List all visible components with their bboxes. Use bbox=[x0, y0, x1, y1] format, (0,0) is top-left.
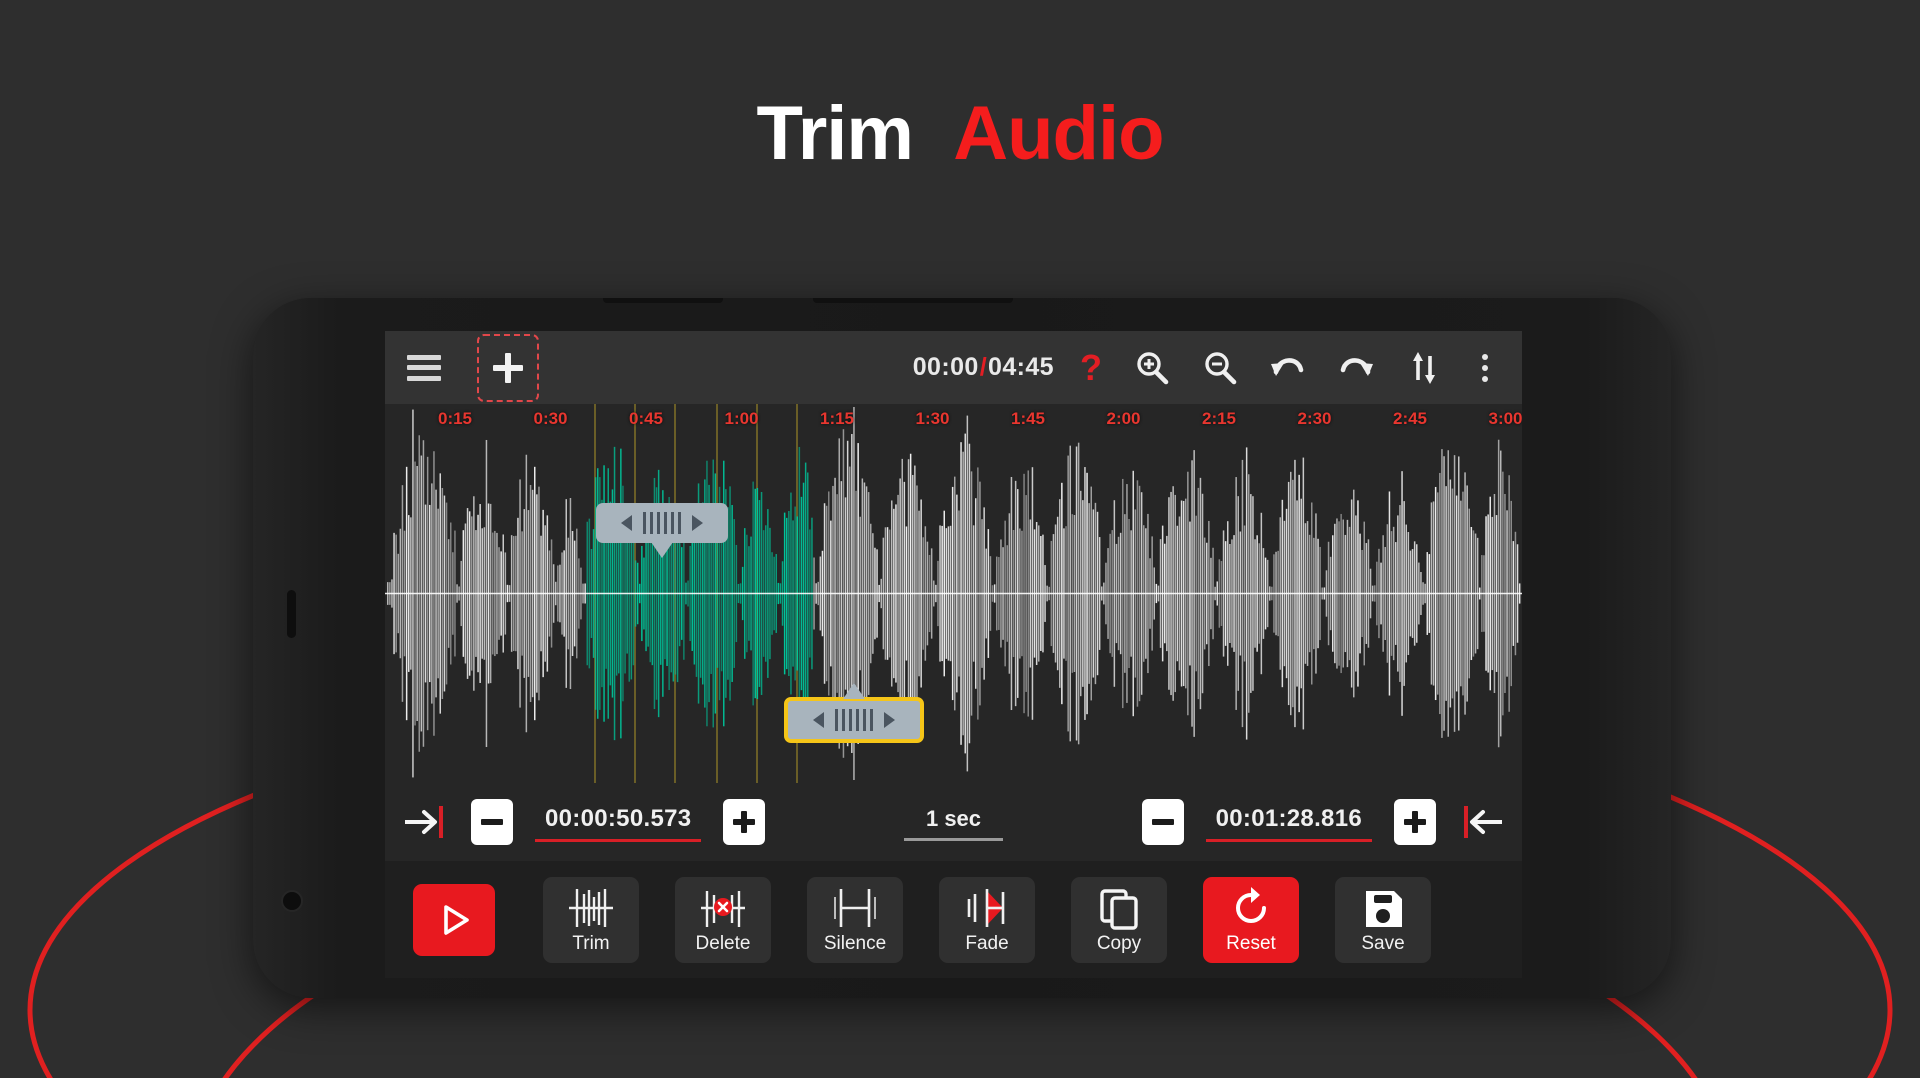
plus-icon bbox=[1404, 811, 1426, 833]
copy-button[interactable]: Copy bbox=[1071, 876, 1167, 963]
save-icon bbox=[1361, 885, 1405, 931]
start-decrement-button[interactable] bbox=[471, 799, 513, 845]
minus-icon bbox=[481, 819, 503, 825]
silence-button-label: Silence bbox=[823, 932, 887, 954]
delete-icon bbox=[697, 885, 749, 931]
end-decrement-button[interactable] bbox=[1141, 799, 1184, 845]
handle-right-arrow-icon bbox=[884, 712, 895, 728]
save-button-label: Save bbox=[1361, 932, 1405, 954]
app-toolbar: 00:00/04:45 ? bbox=[385, 331, 1522, 404]
step-duration-value[interactable]: 1 sec bbox=[903, 804, 1004, 841]
handle-grip-icon bbox=[835, 709, 873, 731]
plus-icon bbox=[733, 811, 756, 833]
help-icon[interactable]: ? bbox=[1080, 349, 1102, 386]
handle-left-arrow-icon bbox=[621, 515, 632, 531]
swap-arrows-icon[interactable] bbox=[1404, 348, 1444, 388]
handle-pointer bbox=[651, 542, 673, 558]
page-title-accent: Audio bbox=[953, 91, 1164, 176]
play-icon bbox=[437, 897, 471, 943]
hamburger-menu-icon[interactable] bbox=[407, 354, 441, 381]
zoom-out-icon[interactable] bbox=[1200, 348, 1240, 388]
selection-start-time-input[interactable]: 00:00:50.573 bbox=[535, 803, 702, 842]
playback-timecode: 00:00/04:45 bbox=[913, 353, 1054, 382]
handle-right-arrow-icon bbox=[692, 515, 703, 531]
current-time-label: 00:00 bbox=[912, 353, 979, 381]
waveform-canvas[interactable]: 0:15 0:30 0:45 1:00 1:15 1:30 1:45 2:00 2:15 2:30… bbox=[385, 404, 1522, 783]
overflow-menu-icon[interactable] bbox=[1472, 348, 1498, 388]
start-increment-button[interactable] bbox=[723, 799, 766, 845]
plus-icon bbox=[493, 352, 523, 383]
selection-start-handle[interactable] bbox=[596, 503, 728, 558]
add-track-button[interactable] bbox=[477, 333, 539, 402]
save-button[interactable]: Save bbox=[1335, 876, 1431, 963]
undo-icon[interactable] bbox=[1268, 348, 1308, 388]
silence-button[interactable]: Silence bbox=[807, 876, 903, 963]
phone-power-button bbox=[287, 590, 296, 638]
trim-control-bar: 00:00:50.573 1 sec 00:01:28.816 bbox=[385, 783, 1522, 861]
play-button[interactable] bbox=[413, 883, 495, 956]
reset-button[interactable]: Reset bbox=[1203, 876, 1299, 963]
selection-end-time-input[interactable]: 00:01:28.816 bbox=[1205, 803, 1372, 842]
minus-icon bbox=[1151, 819, 1174, 825]
copy-icon bbox=[1096, 885, 1142, 931]
phone-earpiece bbox=[813, 298, 1013, 303]
total-time-label: 04:45 bbox=[988, 353, 1054, 381]
jump-to-end-icon[interactable] bbox=[1458, 802, 1504, 842]
trim-button[interactable]: Trim bbox=[543, 876, 639, 963]
fade-button[interactable]: Fade bbox=[939, 876, 1035, 963]
delete-button[interactable]: Delete bbox=[675, 876, 771, 963]
waveform-graphic bbox=[385, 404, 1522, 783]
time-separator: / bbox=[979, 353, 988, 381]
phone-sensor bbox=[603, 298, 723, 303]
jump-to-start-icon[interactable] bbox=[403, 802, 449, 842]
silence-icon bbox=[829, 885, 881, 931]
trim-icon bbox=[565, 885, 617, 931]
end-increment-button[interactable] bbox=[1394, 799, 1436, 845]
redo-icon[interactable] bbox=[1336, 348, 1376, 388]
handle-left-arrow-icon bbox=[813, 712, 824, 728]
handle-grip-icon bbox=[643, 512, 681, 534]
selection-end-handle[interactable] bbox=[784, 683, 924, 743]
trim-button-label: Trim bbox=[572, 932, 610, 954]
page-title: Trim Audio bbox=[0, 96, 1920, 172]
delete-button-label: Delete bbox=[695, 932, 751, 954]
reset-icon bbox=[1229, 885, 1273, 931]
fade-button-label: Fade bbox=[965, 932, 1009, 954]
copy-button-label: Copy bbox=[1096, 932, 1142, 954]
handle-pointer bbox=[843, 683, 865, 699]
phone-camera-icon bbox=[281, 890, 303, 912]
audiolab-app-screen: 00:00/04:45 ? 0:15 0:30 0:45 1:00 1:15 1… bbox=[385, 331, 1522, 978]
page-title-primary: Trim bbox=[756, 91, 913, 176]
reset-button-label: Reset bbox=[1226, 932, 1276, 954]
zoom-in-icon[interactable] bbox=[1132, 348, 1172, 388]
action-toolbar: Trim Delete Silence Fade Copy Reset Save bbox=[385, 861, 1522, 978]
fade-icon bbox=[961, 885, 1013, 931]
